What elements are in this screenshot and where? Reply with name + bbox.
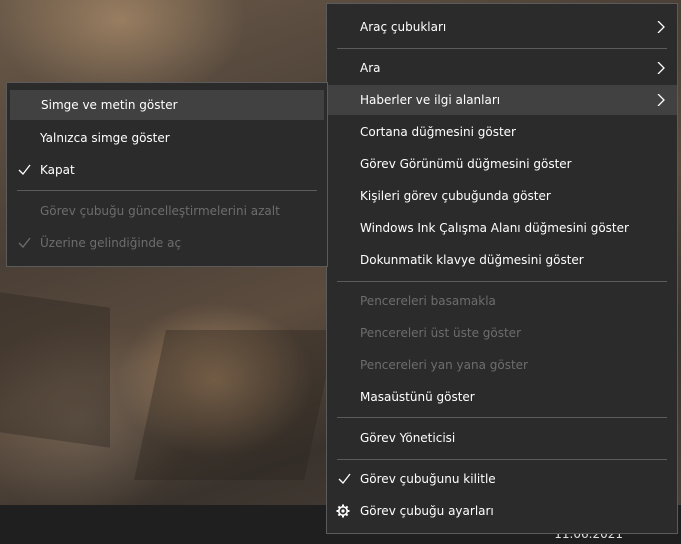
menu-separator <box>337 459 667 460</box>
submenu-item-reduce-updates: Görev çubuğu güncelleştirmelerini azalt <box>7 196 327 226</box>
menu-item-show-people[interactable]: Kişileri görev çubuğunda göster <box>327 181 677 211</box>
menu-item-show-desktop[interactable]: Masaüstünü göster <box>327 382 677 412</box>
menu-item-toolbars[interactable]: Araç çubukları <box>327 12 677 42</box>
menu-item-label: Görev Görünümü düğmesini göster <box>360 157 572 171</box>
chevron-right-icon <box>657 62 665 74</box>
gear-icon <box>336 504 350 518</box>
menu-item-show-ink-workspace[interactable]: Windows Ink Çalışma Alanı düğmesini göst… <box>327 213 677 243</box>
menu-item-news-and-interests[interactable]: Haberler ve ilgi alanları <box>327 85 677 115</box>
submenu-item-label: Simge ve metin göster <box>41 98 178 112</box>
wallpaper-rock-shadow <box>134 330 336 480</box>
menu-item-label: Ara <box>360 61 381 75</box>
menu-item-label: Windows Ink Çalışma Alanı düğmesini göst… <box>360 221 629 235</box>
menu-item-show-touch-keyboard[interactable]: Dokunmatik klavye düğmesini göster <box>327 245 677 275</box>
menu-item-label: Görev çubuğunu kilitle <box>360 472 496 486</box>
menu-separator <box>17 190 317 191</box>
menu-item-label: Görev Yöneticisi <box>360 431 456 445</box>
submenu-item-turn-off[interactable]: Kapat <box>7 155 327 185</box>
menu-item-lock-taskbar[interactable]: Görev çubuğunu kilitle <box>327 464 677 494</box>
menu-item-label: Cortana düğmesini göster <box>360 125 516 139</box>
menu-item-taskbar-settings[interactable]: Görev çubuğu ayarları <box>327 496 677 526</box>
submenu-item-label: Üzerine gelindiğinde aç <box>40 236 182 250</box>
taskbar-context-menu: Araç çubukları Ara Haberler ve ilgi alan… <box>326 3 678 534</box>
checkmark-icon <box>18 237 31 248</box>
menu-item-show-task-view[interactable]: Görev Görünümü düğmesini göster <box>327 149 677 179</box>
menu-item-label: Pencereleri basamakla <box>360 294 496 308</box>
menu-item-label: Dokunmatik klavye düğmesini göster <box>360 253 584 267</box>
submenu-item-label: Görev çubuğu güncelleştirmelerini azalt <box>40 204 280 218</box>
news-and-interests-submenu: Simge ve metin göster Yalnızca simge gös… <box>6 82 328 267</box>
menu-item-search[interactable]: Ara <box>327 53 677 83</box>
menu-item-cascade-windows: Pencereleri basamakla <box>327 286 677 316</box>
chevron-right-icon <box>657 21 665 33</box>
wallpaper-rock-shadow <box>0 292 110 448</box>
menu-item-task-manager[interactable]: Görev Yöneticisi <box>327 423 677 453</box>
menu-separator <box>337 417 667 418</box>
submenu-item-icon-only[interactable]: Yalnızca simge göster <box>7 123 327 153</box>
submenu-item-icon-and-text[interactable]: Simge ve metin göster <box>10 90 324 120</box>
menu-item-side-by-side: Pencereleri yan yana göster <box>327 350 677 380</box>
menu-item-label: Haberler ve ilgi alanları <box>360 93 501 107</box>
checkmark-icon <box>18 164 31 175</box>
menu-item-stack-windows: Pencereleri üst üste göster <box>327 318 677 348</box>
menu-item-show-cortana[interactable]: Cortana düğmesini göster <box>327 117 677 147</box>
menu-separator <box>337 281 667 282</box>
menu-item-label: Pencereleri üst üste göster <box>360 326 521 340</box>
menu-item-label: Görev çubuğu ayarları <box>360 504 494 518</box>
menu-item-label: Pencereleri yan yana göster <box>360 358 528 372</box>
submenu-item-open-on-hover: Üzerine gelindiğinde aç <box>7 228 327 258</box>
menu-item-label: Kişileri görev çubuğunda göster <box>360 189 551 203</box>
submenu-item-label: Kapat <box>40 163 75 177</box>
submenu-item-label: Yalnızca simge göster <box>40 131 170 145</box>
menu-item-label: Araç çubukları <box>360 20 447 34</box>
menu-separator <box>337 48 667 49</box>
chevron-right-icon <box>657 94 665 106</box>
checkmark-icon <box>338 473 351 484</box>
menu-item-label: Masaüstünü göster <box>360 390 475 404</box>
